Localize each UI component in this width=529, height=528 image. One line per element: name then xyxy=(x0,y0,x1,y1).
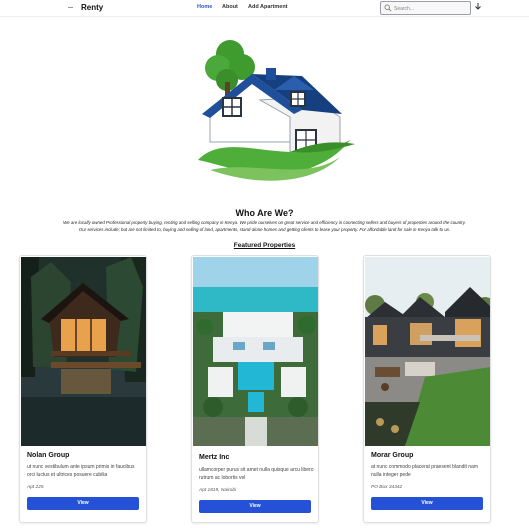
search-icon xyxy=(384,4,392,12)
property-address: Apt 1819, Nairobi xyxy=(199,488,237,493)
property-description: ut nunc vestibulum ante ipsum primis in … xyxy=(27,464,135,478)
nav-link-add-apartment[interactable]: Add Apartment xyxy=(248,4,288,10)
navbar: Renty Home About Add Apartment xyxy=(0,0,529,17)
download-arrow-icon[interactable] xyxy=(474,2,482,11)
property-image-lake-cabin[interactable] xyxy=(21,257,147,446)
property-name: Morar Group xyxy=(371,452,414,459)
property-description: ullamcorper purus sit amet nulla quisque… xyxy=(199,467,314,481)
featured-title: Featured Properties xyxy=(233,242,296,249)
view-button[interactable]: View xyxy=(199,500,311,513)
search-box xyxy=(380,1,471,15)
nav-link-home[interactable]: Home xyxy=(197,4,212,10)
menu-icon[interactable] xyxy=(68,7,73,8)
nav-link-about[interactable]: About xyxy=(222,4,238,10)
brand-logo-text[interactable]: Renty xyxy=(81,3,103,12)
property-card: Morar Group at nunc commodo placerat pra… xyxy=(363,255,491,523)
property-image-beach-villa[interactable] xyxy=(193,257,319,446)
property-name: Mertz Inc xyxy=(199,454,230,461)
property-image-modern-home[interactable] xyxy=(365,257,491,446)
property-name: Nolan Group xyxy=(27,452,70,459)
property-card: Mertz Inc ullamcorper purus sit amet nul… xyxy=(191,255,319,523)
property-address: Apt 225 xyxy=(27,485,44,490)
house-logo xyxy=(198,40,355,181)
property-description: at nunc commodo placerat praesent blandi… xyxy=(371,464,479,478)
about-text-line-1: We are locally owned Professional proper… xyxy=(63,220,466,225)
about-text: We are locally owned Professional proper… xyxy=(12,219,517,233)
about-text-line-2: Our services include; but are not limite… xyxy=(78,227,451,232)
property-card: Nolan Group ut nunc vestibulum ante ipsu… xyxy=(19,255,147,523)
property-address: PO Box 34342 xyxy=(371,485,403,490)
view-button[interactable]: View xyxy=(27,497,139,510)
about-title: Who Are We? xyxy=(235,208,294,218)
search-input[interactable] xyxy=(394,4,468,13)
view-button[interactable]: View xyxy=(371,497,483,510)
